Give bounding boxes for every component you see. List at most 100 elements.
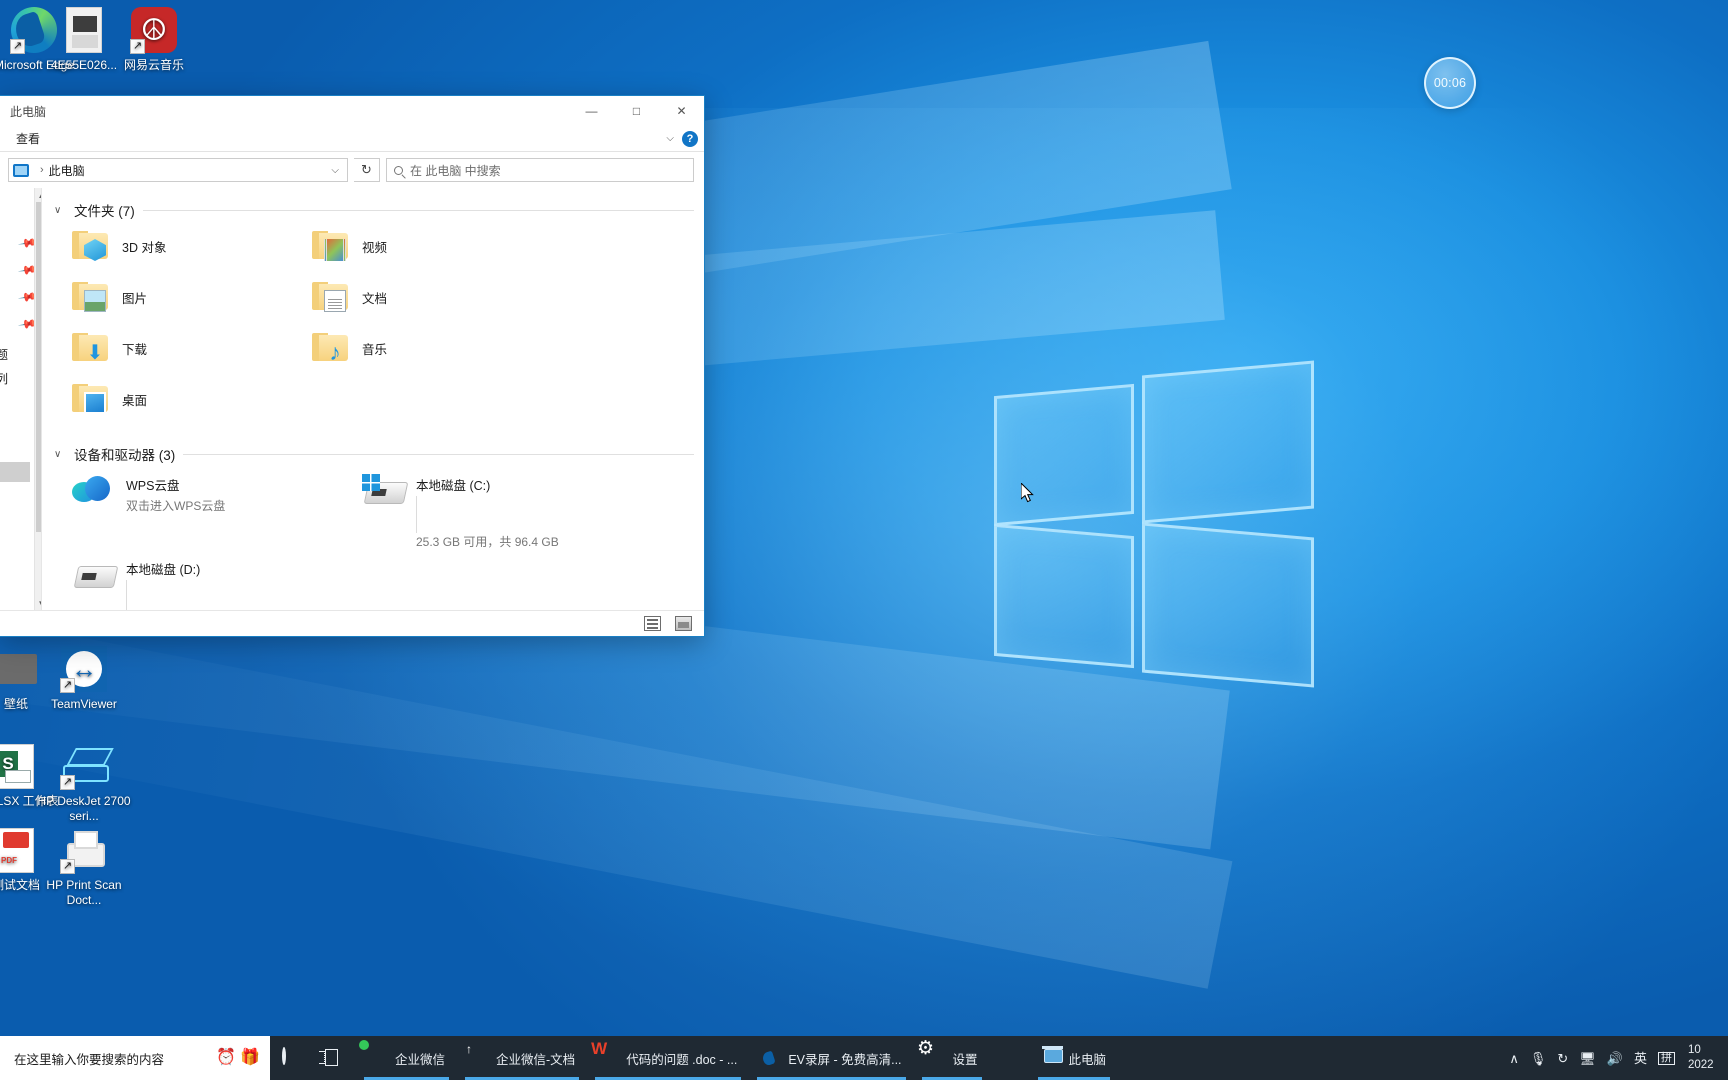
drive-usage-bar [126,580,127,610]
group-header-devices[interactable]: ∨ 设备和驱动器 (3) [54,444,694,464]
address-bar[interactable]: › 此电脑 ⌵ [8,158,348,182]
cortana-icon [282,1046,301,1068]
refresh-button[interactable]: ↻ [354,158,380,182]
taskbar-item-label: 此电脑 [1068,1052,1107,1067]
nav-item-selected[interactable] [0,462,30,482]
taskbar-item-ev-recorder[interactable]: EV录屏 - 免费高清... [749,1036,913,1080]
wps-cloud-icon [72,474,116,514]
folder-pictures-icon [72,280,112,320]
search-input[interactable]: 在 此电脑 中搜索 [386,158,694,182]
maximize-button[interactable]: □ [614,96,659,126]
details-view-button[interactable] [644,616,661,631]
close-button[interactable]: ✕ [659,96,704,126]
desktop-icon-hp-print-scan-doctor[interactable]: ↗ HP Print Scan Doct... [36,826,132,908]
cortana-button[interactable] [270,1036,313,1080]
desktop-icon-hp-deskjet[interactable]: ↗ HP DeskJet 2700 seri... [36,742,132,824]
search-icon [394,165,403,175]
scroll-up-arrow-icon[interactable]: ▲ [35,188,41,202]
group-divider [183,453,694,455]
system-tray[interactable]: ∧ 🎙 ↻ 🖥 🔊 英 拼 10 2022 [1509,1043,1728,1073]
taskbar-item-wecom-doc[interactable]: 企业微信-文档 [457,1036,587,1080]
drive-name: WPS云盘 [126,479,180,493]
help-icon[interactable]: ? [682,130,698,147]
clock-time: 10 [1688,1044,1701,1056]
tray-overflow-chevron-icon[interactable]: ∧ [1509,1052,1519,1065]
folder-3d-objects-icon [72,229,112,269]
taskbar-item-label: 设置 [952,1052,978,1067]
nav-item-clipped[interactable]: 列 [0,370,8,387]
search-placeholder: 在 此电脑 中搜索 [410,163,501,178]
group-title: 设备和驱动器 (3) [74,448,176,463]
folder-documents-icon [312,280,352,320]
printer-icon: ↗ [60,826,108,874]
ime-language-indicator[interactable]: 英 [1634,1052,1647,1065]
chevron-down-icon[interactable]: ∨ [54,449,66,460]
image-thumbnail-icon [60,6,108,54]
task-view-button[interactable] [313,1036,356,1080]
folder-item[interactable]: 3D 对象 [54,226,294,277]
content-pane[interactable]: ∨ 文件夹 (7) 3D 对象 视频 图片 文档 ⬇ 下载 ♪ 音乐 桌面 ∨ … [42,188,704,610]
wps-writer-icon [599,1049,618,1068]
network-icon[interactable]: 🖥 [1579,1052,1596,1065]
clock-date: 2022 [1688,1059,1714,1071]
drive-subtitle: 双击进入WPS云盘 [126,499,226,513]
drive-item[interactable]: WPS云盘 双击进入WPS云盘 [54,470,344,550]
screen-recorder-timer-badge[interactable]: 00:06 [1424,57,1476,109]
xlsx-document-icon [0,742,40,790]
folder-item[interactable]: 下载 [54,328,294,379]
alarm-clock-icon[interactable]: ⏰ [216,1050,236,1066]
scroll-down-arrow-icon[interactable]: ▼ [35,596,41,610]
taskbar-item-this-pc[interactable]: 此电脑 [1030,1036,1119,1080]
drive-item[interactable]: 本地磁盘 (D:) 86.1 GB 可用，共 125 GB [54,554,344,610]
tab-view[interactable]: 查看 [4,128,52,149]
volume-icon[interactable]: 🔊 [1607,1052,1623,1065]
ime-mode-indicator[interactable]: 拼 [1658,1051,1675,1065]
drive-usage-bar [416,496,417,533]
status-bar [0,610,704,636]
taskbar-item-settings[interactable]: 设置 [914,1036,990,1080]
chevron-down-icon[interactable]: ∨ [54,205,66,216]
shortcut-arrow-icon: ↗ [10,39,25,54]
desktop-icon-teamviewer[interactable]: ↗ TeamViewer [36,645,132,712]
navigation-pane[interactable]: 📌 📌 📌 📌 题 列 ) ▲ ▼ [0,188,42,610]
taskbar-search-box[interactable]: 在这里输入你要搜索的内容 ⏰ 🎁 [0,1036,270,1080]
taskbar-item-label: 企业微信-文档 [496,1052,576,1067]
gift-icon[interactable]: 🎁 [240,1050,260,1066]
folder-item[interactable]: 音乐 [294,328,534,379]
chevron-down-icon[interactable]: ⌵ [666,133,674,144]
folder-item[interactable]: 视频 [294,226,534,277]
sync-icon[interactable]: ↻ [1557,1052,1568,1065]
chevron-down-icon[interactable]: ⌵ [331,165,343,176]
minimize-button[interactable]: — [569,96,614,126]
wallpaper-app-icon [0,645,40,693]
navigation-scrollbar[interactable]: ▲ ▼ [34,188,41,610]
folder-desktop-icon [72,382,112,422]
folder-item[interactable]: 图片 [54,277,294,328]
shortcut-arrow-icon: ↗ [60,775,75,790]
group-header-folders[interactable]: ∨ 文件夹 (7) [54,200,694,220]
folder-label: 下载 [122,343,148,357]
nav-item-clipped[interactable]: 题 [0,346,8,363]
desktop-icon-label: TeamViewer [51,697,117,711]
microphone-icon[interactable]: 🎙 [1530,1052,1547,1065]
ribbon-tabs[interactable]: 查看 ⌵ ? [0,126,704,152]
taskbar-item-wecom[interactable]: 企业微信 [356,1036,457,1080]
taskbar-item-label: EV录屏 - 免费高清... [788,1052,902,1067]
large-icons-view-button[interactable] [675,616,692,631]
wecom-icon [368,1049,387,1068]
desktop-icon-netease-music[interactable]: ↗ 网易云音乐 [106,6,202,73]
address-bar-row[interactable]: › 此电脑 ⌵ ↻ 在 此电脑 中搜索 [0,152,704,188]
taskbar-item-wps-writer[interactable]: 代码的问题 .doc - ... [587,1036,749,1080]
drive-item[interactable]: 本地磁盘 (C:) 25.3 GB 可用，共 96.4 GB [344,470,634,550]
folder-item[interactable]: 文档 [294,277,534,328]
windows-logo-wallpaper [990,342,1320,688]
folder-item[interactable]: 桌面 [54,379,294,430]
shortcut-arrow-icon: ↗ [130,39,145,54]
file-explorer-window[interactable]: 此电脑 — □ ✕ 查看 ⌵ ? › 此电脑 ⌵ ↻ 在 此电脑 中搜索 📌 📌 [0,95,705,637]
teamviewer-icon: ↗ [60,645,108,693]
folder-label: 音乐 [362,343,388,357]
taskbar-clock[interactable]: 10 2022 [1686,1043,1720,1073]
breadcrumb-this-pc[interactable]: 此电脑 [49,162,85,179]
window-title-bar[interactable]: 此电脑 — □ ✕ [0,96,704,126]
taskbar[interactable]: 在这里输入你要搜索的内容 ⏰ 🎁 企业微信 企业微信-文档 代码的问题 .doc… [0,1036,1728,1080]
